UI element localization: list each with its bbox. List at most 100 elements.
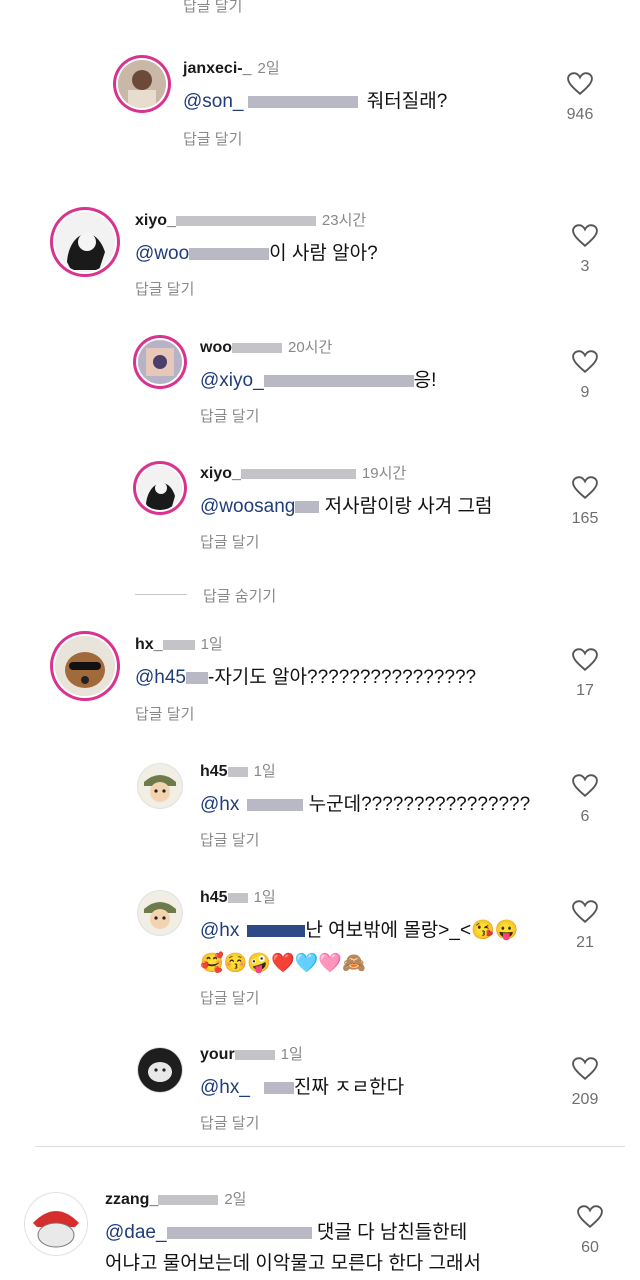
blurred-text bbox=[263, 374, 414, 387]
timestamp: 2일 bbox=[257, 60, 280, 77]
comment-text: @xiyo_ 응! bbox=[200, 367, 436, 394]
like-button[interactable]: 165 bbox=[560, 476, 610, 528]
like-count: 6 bbox=[580, 808, 590, 825]
comment-body: 저사람이랑 사겨 그럼 bbox=[319, 496, 493, 517]
like-count: 946 bbox=[566, 106, 594, 123]
username[interactable]: h45 bbox=[200, 889, 228, 906]
mention-link[interactable]: @h45 bbox=[135, 667, 186, 688]
username[interactable]: hx_ bbox=[135, 636, 163, 653]
comment-meta: h45 1일 bbox=[200, 760, 276, 781]
like-count: 9 bbox=[580, 384, 590, 401]
blurred-text bbox=[234, 1049, 275, 1060]
heart-icon bbox=[572, 224, 598, 247]
avatar[interactable] bbox=[138, 340, 182, 384]
avatar[interactable] bbox=[118, 60, 166, 108]
blurred-text bbox=[263, 1081, 294, 1094]
like-button[interactable]: 3 bbox=[560, 224, 610, 276]
comment-meta: janxeci-_ 2일 bbox=[183, 57, 280, 78]
blurred-text bbox=[227, 892, 248, 903]
reply-button[interactable]: 답글 달기 bbox=[200, 829, 259, 850]
avatar[interactable] bbox=[138, 1048, 182, 1092]
avatar-photo bbox=[138, 764, 182, 808]
comment-body: 댓글 다 남친들한테 bbox=[311, 1222, 468, 1243]
like-count: 165 bbox=[571, 510, 599, 527]
avatar-photo bbox=[118, 60, 166, 108]
like-count: 21 bbox=[576, 934, 594, 951]
avatar-photo bbox=[138, 1048, 182, 1092]
avatar[interactable] bbox=[55, 212, 115, 272]
avatar[interactable] bbox=[138, 466, 182, 510]
username[interactable]: janxeci-_ bbox=[183, 60, 251, 77]
timestamp: 20시간 bbox=[288, 339, 333, 356]
comment-body: 진짜 ㅈㄹ한다 bbox=[293, 1077, 405, 1098]
username[interactable]: your bbox=[200, 1046, 235, 1063]
username[interactable]: zzang_ bbox=[105, 1191, 158, 1208]
mention-link[interactable]: @xiyo_ bbox=[200, 370, 264, 391]
like-button[interactable]: 209 bbox=[560, 1057, 610, 1109]
comment-meta: xiyo_ 23시간 bbox=[135, 209, 366, 230]
heart-icon bbox=[572, 774, 598, 797]
mention-link[interactable]: @son_ bbox=[183, 91, 244, 112]
comment-text: @hx 누군데???????????????? bbox=[200, 791, 530, 818]
reply-button[interactable]: 답글 달기 bbox=[135, 703, 194, 724]
reply-button[interactable]: 답글 달기 bbox=[200, 987, 259, 1008]
blurred-text bbox=[295, 500, 320, 513]
comment-meta: woo 20시간 bbox=[200, 336, 332, 357]
divider bbox=[35, 1146, 625, 1147]
username[interactable]: xiyo_ bbox=[135, 212, 176, 229]
comment-meta: xiyo_ 19시간 bbox=[200, 462, 406, 483]
reply-button[interactable]: 답글 달기 bbox=[135, 278, 194, 299]
like-button[interactable]: 6 bbox=[560, 774, 610, 826]
reply-button[interactable]: 답글 달기 bbox=[200, 405, 259, 426]
hide-replies-button[interactable]: 답글 숨기기 bbox=[203, 585, 276, 606]
like-button[interactable]: 60 bbox=[565, 1205, 615, 1257]
heart-icon bbox=[572, 648, 598, 671]
reply-button[interactable]: 답글 달기 bbox=[200, 531, 259, 552]
avatar[interactable] bbox=[55, 636, 115, 696]
blurred-text bbox=[166, 1226, 312, 1239]
comment-text: @dae_ 댓글 다 남친들한테 bbox=[105, 1219, 467, 1246]
avatar[interactable] bbox=[138, 891, 182, 935]
comment-meta: hx_ 1일 bbox=[135, 633, 223, 654]
avatar-photo bbox=[138, 891, 182, 935]
blurred-text bbox=[247, 924, 306, 937]
mention-link[interactable]: @dae_ bbox=[105, 1222, 167, 1243]
timestamp: 1일 bbox=[253, 889, 276, 906]
mention-link[interactable]: @woosang bbox=[200, 496, 295, 517]
like-button[interactable]: 21 bbox=[560, 900, 610, 952]
heart-icon bbox=[567, 72, 593, 95]
reply-button[interactable]: 답글 달기 bbox=[200, 1112, 259, 1133]
username[interactable]: h45 bbox=[200, 763, 228, 780]
reply-button[interactable]: 답글 달기 bbox=[183, 128, 242, 149]
blurred-text bbox=[247, 798, 304, 811]
hide-replies-line bbox=[135, 594, 187, 595]
username[interactable]: xiyo_ bbox=[200, 465, 241, 482]
comment-text: @son_ 줘터질래? bbox=[183, 88, 447, 115]
avatar[interactable] bbox=[138, 764, 182, 808]
comment-body: 줘터질래? bbox=[361, 91, 448, 112]
heart-icon bbox=[572, 476, 598, 499]
like-count: 17 bbox=[576, 682, 594, 699]
avatar[interactable] bbox=[25, 1193, 87, 1255]
heart-icon bbox=[572, 1057, 598, 1080]
mention-link[interactable]: @hx bbox=[200, 920, 239, 941]
timestamp: 1일 bbox=[280, 1046, 303, 1063]
comment-text: @hx_ 진짜 ㅈㄹ한다 bbox=[200, 1074, 404, 1101]
comment-meta: zzang_ 2일 bbox=[105, 1188, 247, 1209]
blurred-text bbox=[175, 215, 316, 226]
mention-link[interactable]: @woo bbox=[135, 243, 189, 264]
blurred-text bbox=[162, 639, 195, 650]
timestamp: 19시간 bbox=[361, 465, 407, 482]
mention-link[interactable]: @hx_ bbox=[200, 1077, 250, 1098]
avatar-photo bbox=[55, 636, 115, 696]
heart-icon bbox=[577, 1205, 603, 1228]
like-button[interactable]: 17 bbox=[560, 648, 610, 700]
comment-body: 난 여보밖에 몰랑>_<😘😛 bbox=[305, 920, 519, 941]
like-button[interactable]: 9 bbox=[560, 350, 610, 402]
mention-link[interactable]: @hx bbox=[200, 794, 239, 815]
reply-button[interactable]: 답글 달기 bbox=[183, 0, 242, 16]
blurred-text bbox=[189, 247, 270, 260]
like-button[interactable]: 946 bbox=[555, 72, 605, 124]
comment-body: 이 사람 알아? bbox=[269, 243, 378, 264]
username[interactable]: woo bbox=[200, 339, 232, 356]
